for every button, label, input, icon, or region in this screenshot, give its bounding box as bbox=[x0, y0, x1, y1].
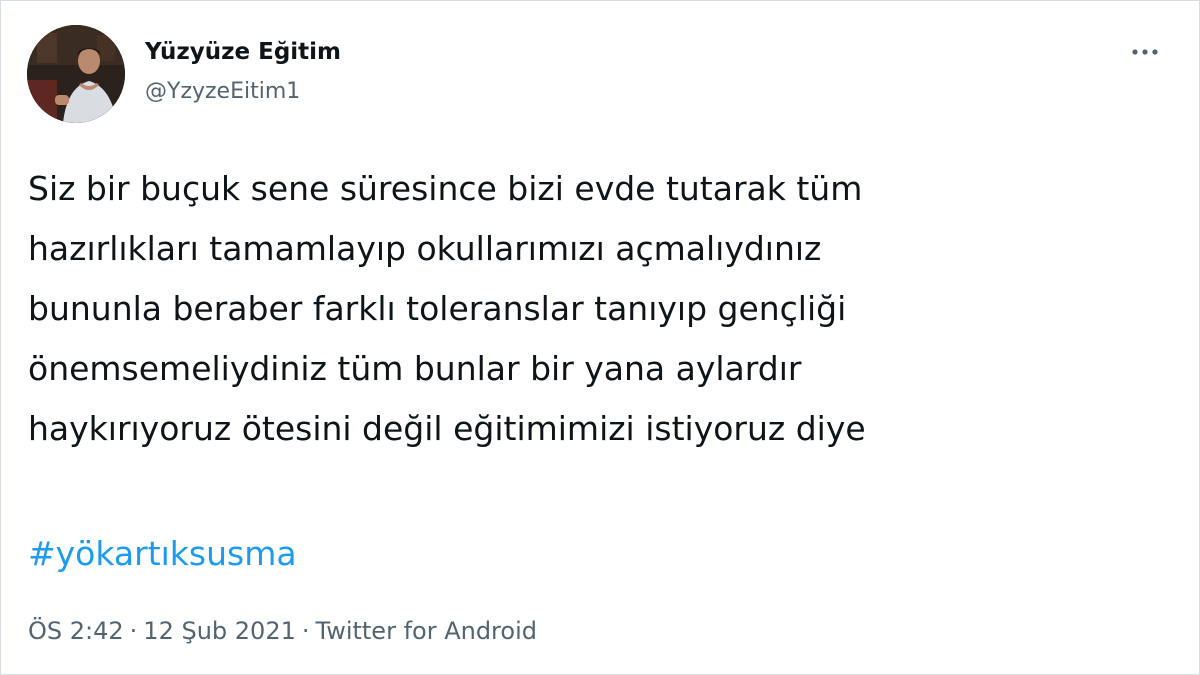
tweet-metadata: ÖS 2:42 · 12 Şub 2021 · Twitter for Android bbox=[28, 617, 537, 645]
profile-photo-icon bbox=[27, 25, 125, 123]
tweet-card: Yüzyüze Eğitim @YzyzeEitim1 Siz bir buçu… bbox=[0, 0, 1200, 675]
more-options-button[interactable] bbox=[1125, 37, 1165, 67]
author-handle[interactable]: @YzyzeEitim1 bbox=[145, 79, 300, 104]
tweet-text: Siz bir buçuk sene süresince bizi evde t… bbox=[28, 169, 866, 448]
tweet-time[interactable]: ÖS 2:42 bbox=[28, 617, 124, 645]
tweet-date[interactable]: 12 Şub 2021 bbox=[143, 617, 296, 645]
hashtag-link[interactable]: #yökartıksusma bbox=[28, 529, 297, 579]
author-display-name[interactable]: Yüzyüze Eğitim bbox=[145, 39, 341, 65]
ellipsis-icon bbox=[1132, 49, 1158, 55]
tweet-source[interactable]: Twitter for Android bbox=[316, 617, 537, 645]
meta-separator: · bbox=[301, 617, 310, 645]
avatar[interactable] bbox=[27, 25, 125, 123]
meta-separator: · bbox=[129, 617, 138, 645]
